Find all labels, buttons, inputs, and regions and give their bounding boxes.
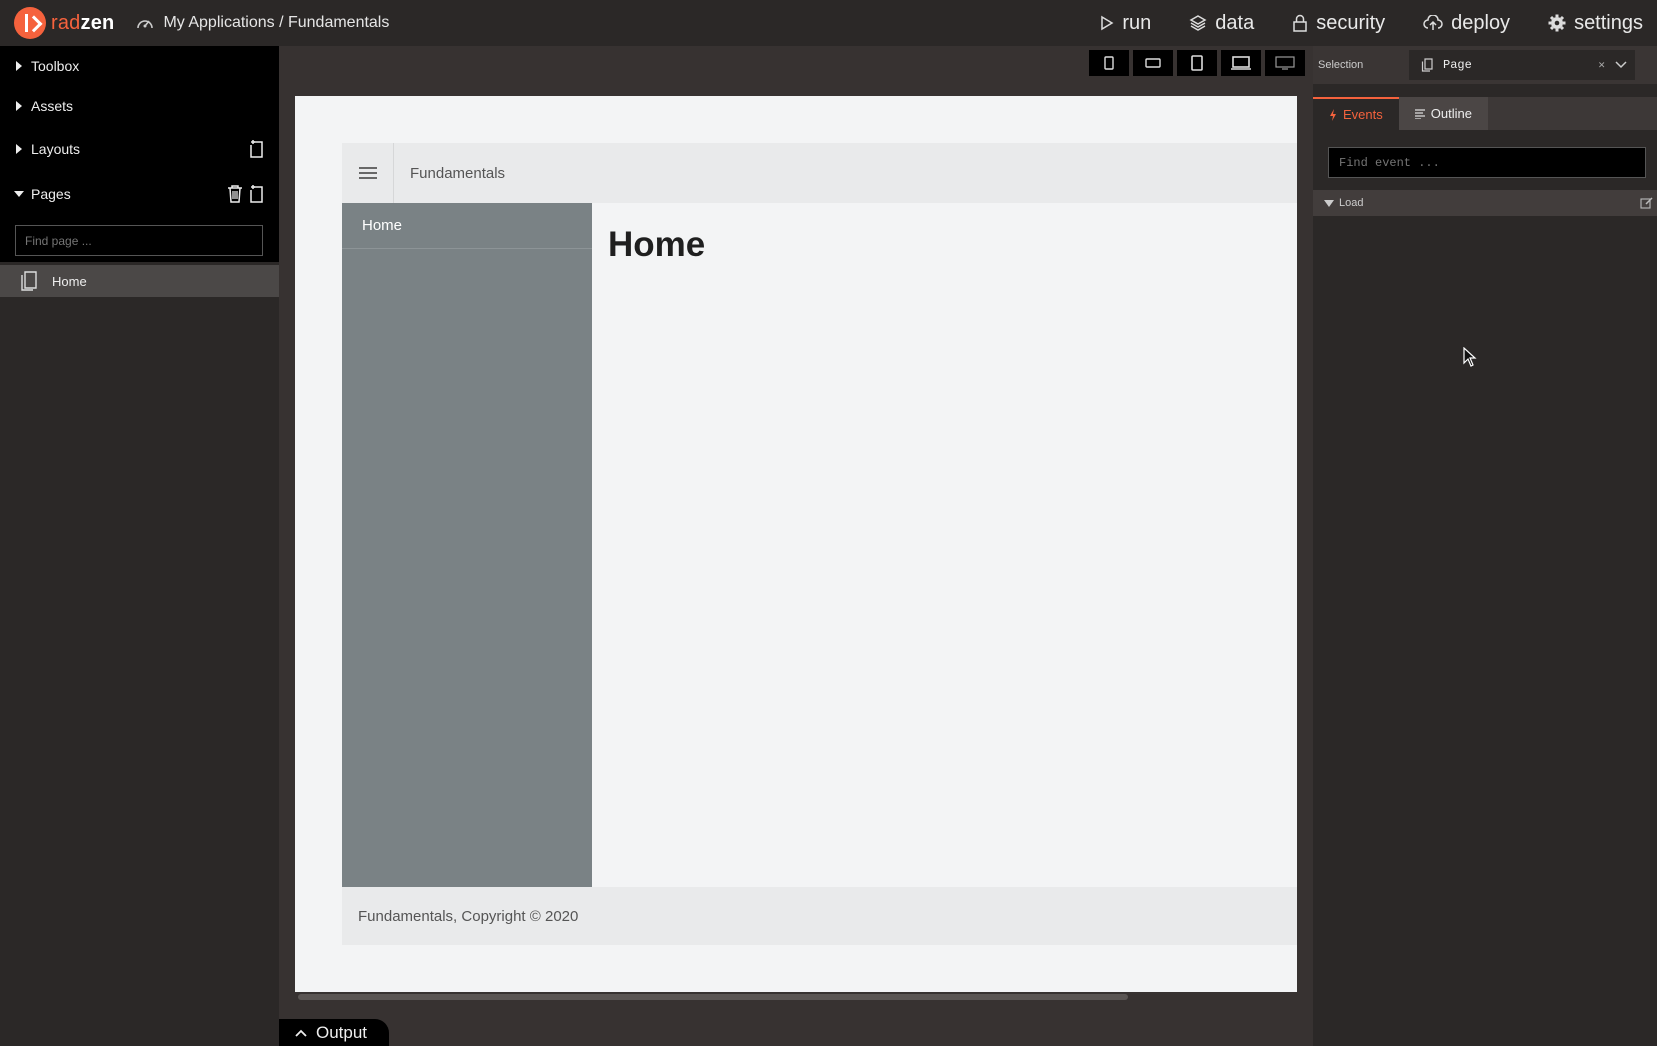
pages-label: Pages [31,186,71,202]
find-event-input[interactable] [1328,147,1646,178]
desktop-icon [1275,56,1295,70]
tab-events-label: Events [1343,107,1383,122]
breadcrumb-text: My Applications / Fundamentals [163,14,390,31]
tab-outline-label: Outline [1430,106,1472,121]
app-title: Fundamentals [410,164,506,182]
selection-row: Selection Page ✕ [1313,46,1657,84]
outline-list-icon [1414,108,1425,119]
tab-events[interactable]: Events [1313,97,1399,130]
brand-suffix: zen [80,11,115,34]
top-bar: radzen My Applications / Fundamentals ru… [0,0,1657,46]
page-item-label: Home [52,273,87,289]
nav-security-label: security [1316,11,1386,34]
event-label: Load [1339,197,1364,209]
nav-security[interactable]: security [1292,12,1385,35]
right-tabs: Events Outline [1313,97,1657,130]
lock-icon [1293,14,1307,32]
hamburger-button[interactable] [342,143,394,203]
lightning-icon [1330,108,1336,121]
page-icon [1421,58,1433,72]
nav-data-label: data [1215,11,1255,34]
tablet-landscape-icon [1231,56,1251,70]
app-sidebar[interactable]: Home [342,203,592,887]
main-nav: run data security deploy settings [1100,0,1643,46]
output-label: Output [316,1022,368,1042]
expand-arrow-icon [16,101,22,111]
nav-run[interactable]: run [1100,12,1151,35]
trash-icon[interactable] [227,184,243,204]
page-icon [21,271,37,291]
chevron-down-icon[interactable] [1615,59,1627,69]
gear-icon [1548,14,1566,32]
app-header[interactable]: Fundamentals [342,143,1297,203]
selection-value: Page [1443,58,1472,72]
mobile-landscape-button[interactable] [1133,50,1173,76]
clear-selection-icon[interactable]: ✕ [1598,58,1605,72]
tablet-portrait-icon [1191,55,1203,71]
find-page-input[interactable] [15,225,263,256]
nav-settings[interactable]: settings [1548,12,1643,35]
app-footer[interactable]: Fundamentals, Copyright © 2020 [342,887,1297,945]
cloud-upload-icon [1423,15,1443,30]
radzen-logo-icon [14,7,46,39]
expand-arrow-icon [16,144,22,154]
layers-icon [1189,15,1207,31]
add-layout-icon[interactable] [249,139,267,159]
breadcrumb[interactable]: My Applications / Fundamentals [136,14,389,32]
layouts-section[interactable]: Layouts [0,129,279,169]
menu-icon [358,167,377,179]
expand-arrow-icon [16,61,22,71]
device-switcher [1089,50,1305,76]
nav-data[interactable]: data [1189,12,1254,35]
toolbox-section[interactable]: Toolbox [0,46,279,86]
nav-settings-label: settings [1574,11,1643,34]
chevron-up-icon [295,1029,307,1037]
page-item-home[interactable]: Home [0,265,279,297]
assets-label: Assets [31,98,74,114]
edit-icon[interactable] [1640,196,1653,209]
horizontal-scrollbar[interactable] [298,994,1128,1000]
desktop-button[interactable] [1265,50,1305,76]
radzen-logo[interactable]: radzen [14,7,114,39]
tablet-portrait-button[interactable] [1177,50,1217,76]
mobile-portrait-button[interactable] [1089,50,1129,76]
page-heading[interactable]: Home [608,225,705,265]
left-accordion: Toolbox Assets Layouts Pages [0,46,279,262]
nav-deploy[interactable]: deploy [1423,12,1510,35]
mobile-landscape-icon [1145,58,1161,68]
dashboard-gauge-icon [137,20,154,29]
brand-prefix: rad [51,11,81,34]
page-preview[interactable]: Fundamentals Home Home Fundamentals, Cop… [295,96,1297,992]
play-icon [1101,15,1114,31]
collapse-arrow-icon [14,191,24,197]
nav-deploy-label: deploy [1451,11,1511,34]
app-body[interactable]: Home [592,203,1297,887]
right-panel: Selection Page ✕ Events Outline Load [1313,46,1657,1046]
selection-dropdown[interactable]: Page ✕ [1409,50,1635,80]
mobile-portrait-icon [1104,56,1114,70]
mouse-cursor-icon [1463,347,1477,367]
collapse-arrow-icon [1324,199,1334,207]
toolbox-label: Toolbox [31,58,80,74]
left-panel: Toolbox Assets Layouts Pages Home [0,46,279,1046]
tablet-landscape-button[interactable] [1221,50,1261,76]
add-page-icon[interactable] [249,184,267,204]
output-toggle[interactable]: Output [279,1019,389,1046]
pages-section[interactable]: Pages [0,174,279,214]
nav-run-label: run [1122,11,1152,34]
app-sidebar-item-home[interactable]: Home [342,203,592,249]
tab-outline[interactable]: Outline [1398,97,1488,130]
design-canvas: Fundamentals Home Home Fundamentals, Cop… [279,46,1313,1046]
assets-section[interactable]: Assets [0,86,279,126]
layouts-label: Layouts [31,141,81,157]
selection-label: Selection [1318,59,1364,71]
event-row-load[interactable]: Load [1313,190,1657,216]
